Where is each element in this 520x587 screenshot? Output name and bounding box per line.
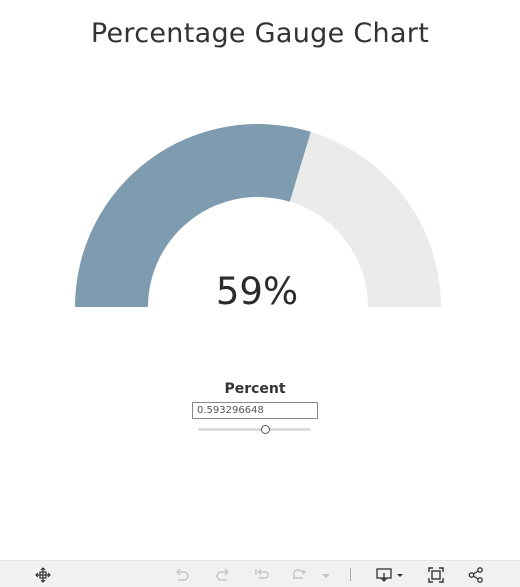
revert-icon[interactable] xyxy=(253,566,271,584)
fullscreen-icon[interactable] xyxy=(427,566,445,584)
page-title: Percentage Gauge Chart xyxy=(90,18,430,49)
percent-input[interactable] xyxy=(192,402,318,419)
redo-icon[interactable] xyxy=(214,566,232,584)
parameter-label: Percent xyxy=(224,381,286,397)
download-icon[interactable] xyxy=(375,566,405,584)
move-icon[interactable] xyxy=(34,566,52,584)
gauge-value-label: 59% xyxy=(215,270,299,313)
pause-dropdown-icon[interactable] xyxy=(317,566,330,584)
percent-slider-track[interactable] xyxy=(198,428,311,431)
percent-slider-thumb[interactable] xyxy=(260,425,270,434)
gauge-chart: 59% xyxy=(0,100,520,320)
viz-toolbar xyxy=(0,560,520,587)
toolbar-divider xyxy=(350,568,351,581)
share-icon[interactable] xyxy=(467,566,485,584)
undo-icon[interactable] xyxy=(173,566,191,584)
refresh-icon[interactable] xyxy=(290,566,308,584)
